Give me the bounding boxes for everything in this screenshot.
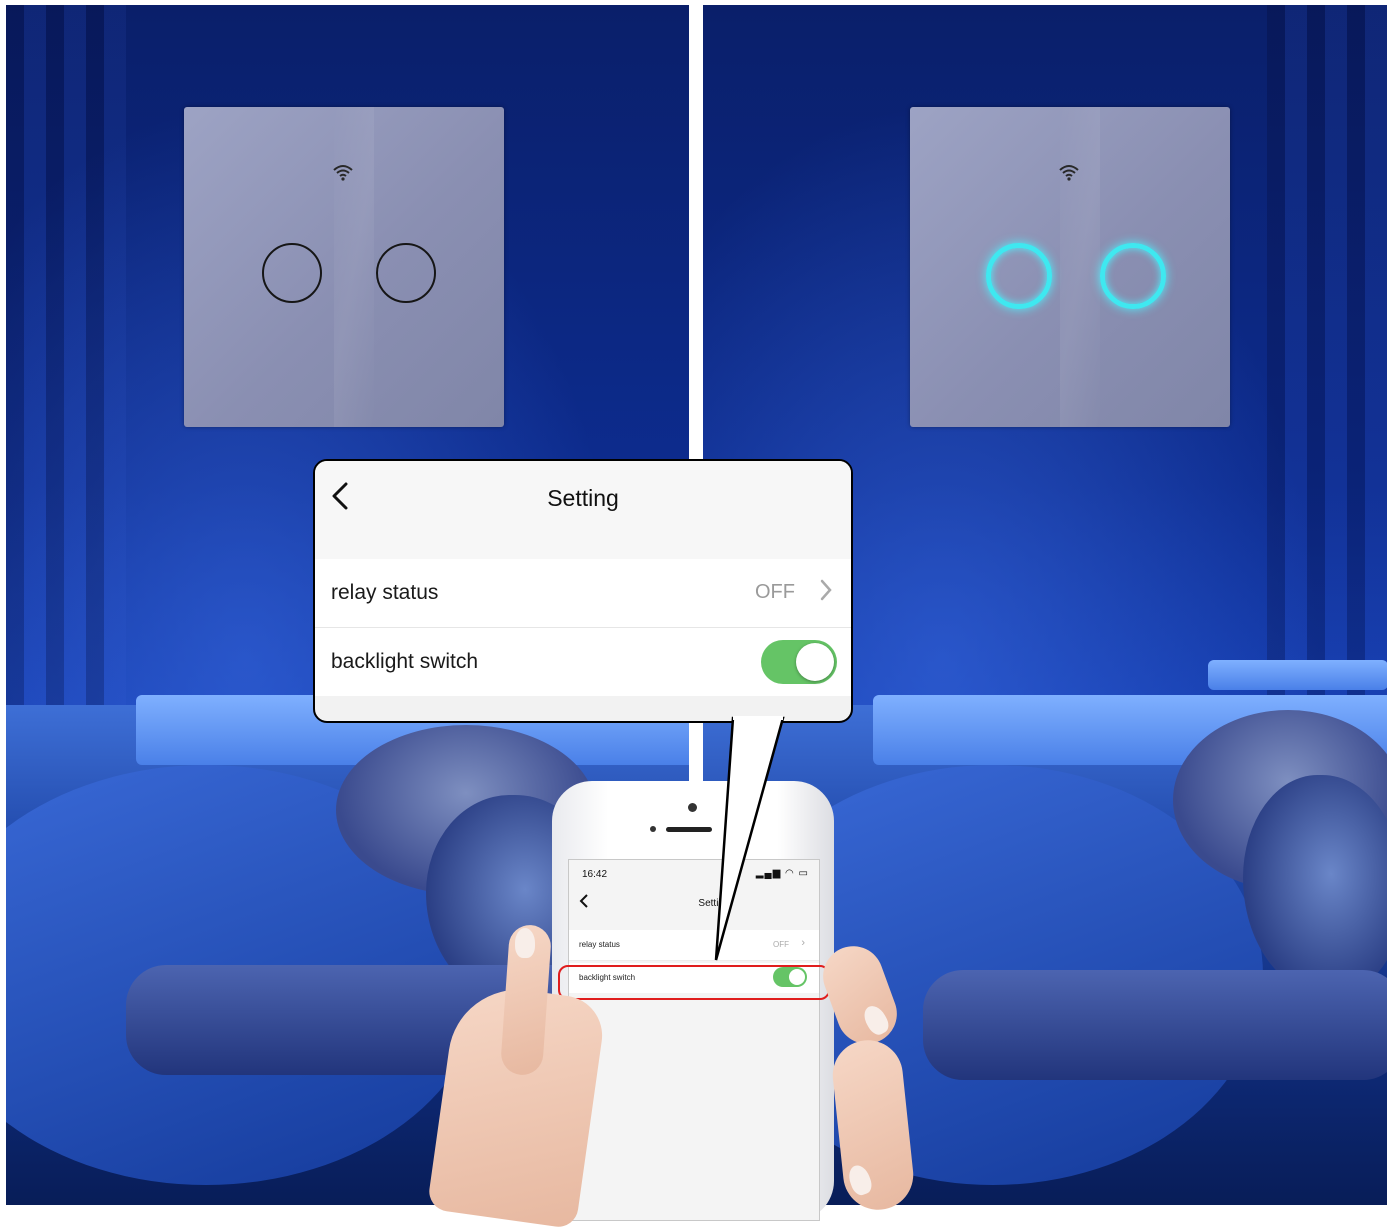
status-time: 16:42 — [582, 869, 608, 880]
mini-relay-status-row[interactable]: relay status OFF › — [569, 930, 819, 961]
highlight-outline — [558, 965, 830, 1000]
backlight-switch-row: backlight switch — [315, 628, 851, 696]
pillow-top — [1208, 660, 1387, 690]
mini-relay-status-value: OFF — [773, 940, 789, 949]
settings-title: Setting — [547, 485, 619, 511]
settings-callout: Setting relay status OFF backlight switc… — [313, 459, 853, 723]
sleeper-arm — [923, 970, 1387, 1080]
curtain — [6, 5, 126, 725]
phone-screen: 16:42 ▂▄▆ ◠ ▭ Setting relay status OFF ›… — [568, 859, 820, 1221]
chevron-right-icon — [819, 577, 833, 610]
wifi-icon — [1058, 163, 1080, 184]
backlight-switch-label: backlight switch — [331, 650, 479, 673]
smartphone: 16:42 ▂▄▆ ◠ ▭ Setting relay status OFF ›… — [552, 781, 834, 1221]
relay-status-row[interactable]: relay status OFF — [315, 559, 851, 628]
touch-button-2[interactable] — [376, 243, 436, 303]
settings-header: Setting — [315, 461, 851, 559]
wifi-icon — [332, 163, 354, 184]
earpiece-speaker — [666, 827, 712, 832]
mini-settings-title: Setting — [698, 898, 730, 909]
touch-button-1-lit[interactable] — [986, 243, 1052, 309]
relay-status-value: OFF — [755, 581, 795, 603]
backlight-toggle[interactable] — [761, 640, 837, 684]
touch-button-1[interactable] — [262, 243, 322, 303]
curtain — [1267, 5, 1387, 725]
status-icons: ▂▄▆ ◠ ▭ — [755, 868, 809, 879]
chevron-right-icon: › — [801, 937, 805, 949]
sensor-dot — [650, 826, 656, 832]
wall-switch-panel — [910, 107, 1230, 427]
touch-button-2-lit[interactable] — [1100, 243, 1166, 309]
thumbnail — [515, 928, 535, 958]
front-camera — [688, 803, 697, 812]
toggle-knob — [796, 643, 834, 681]
mini-relay-status-label: relay status — [579, 940, 620, 949]
wall-switch-panel — [184, 107, 504, 427]
relay-status-label: relay status — [331, 581, 439, 604]
